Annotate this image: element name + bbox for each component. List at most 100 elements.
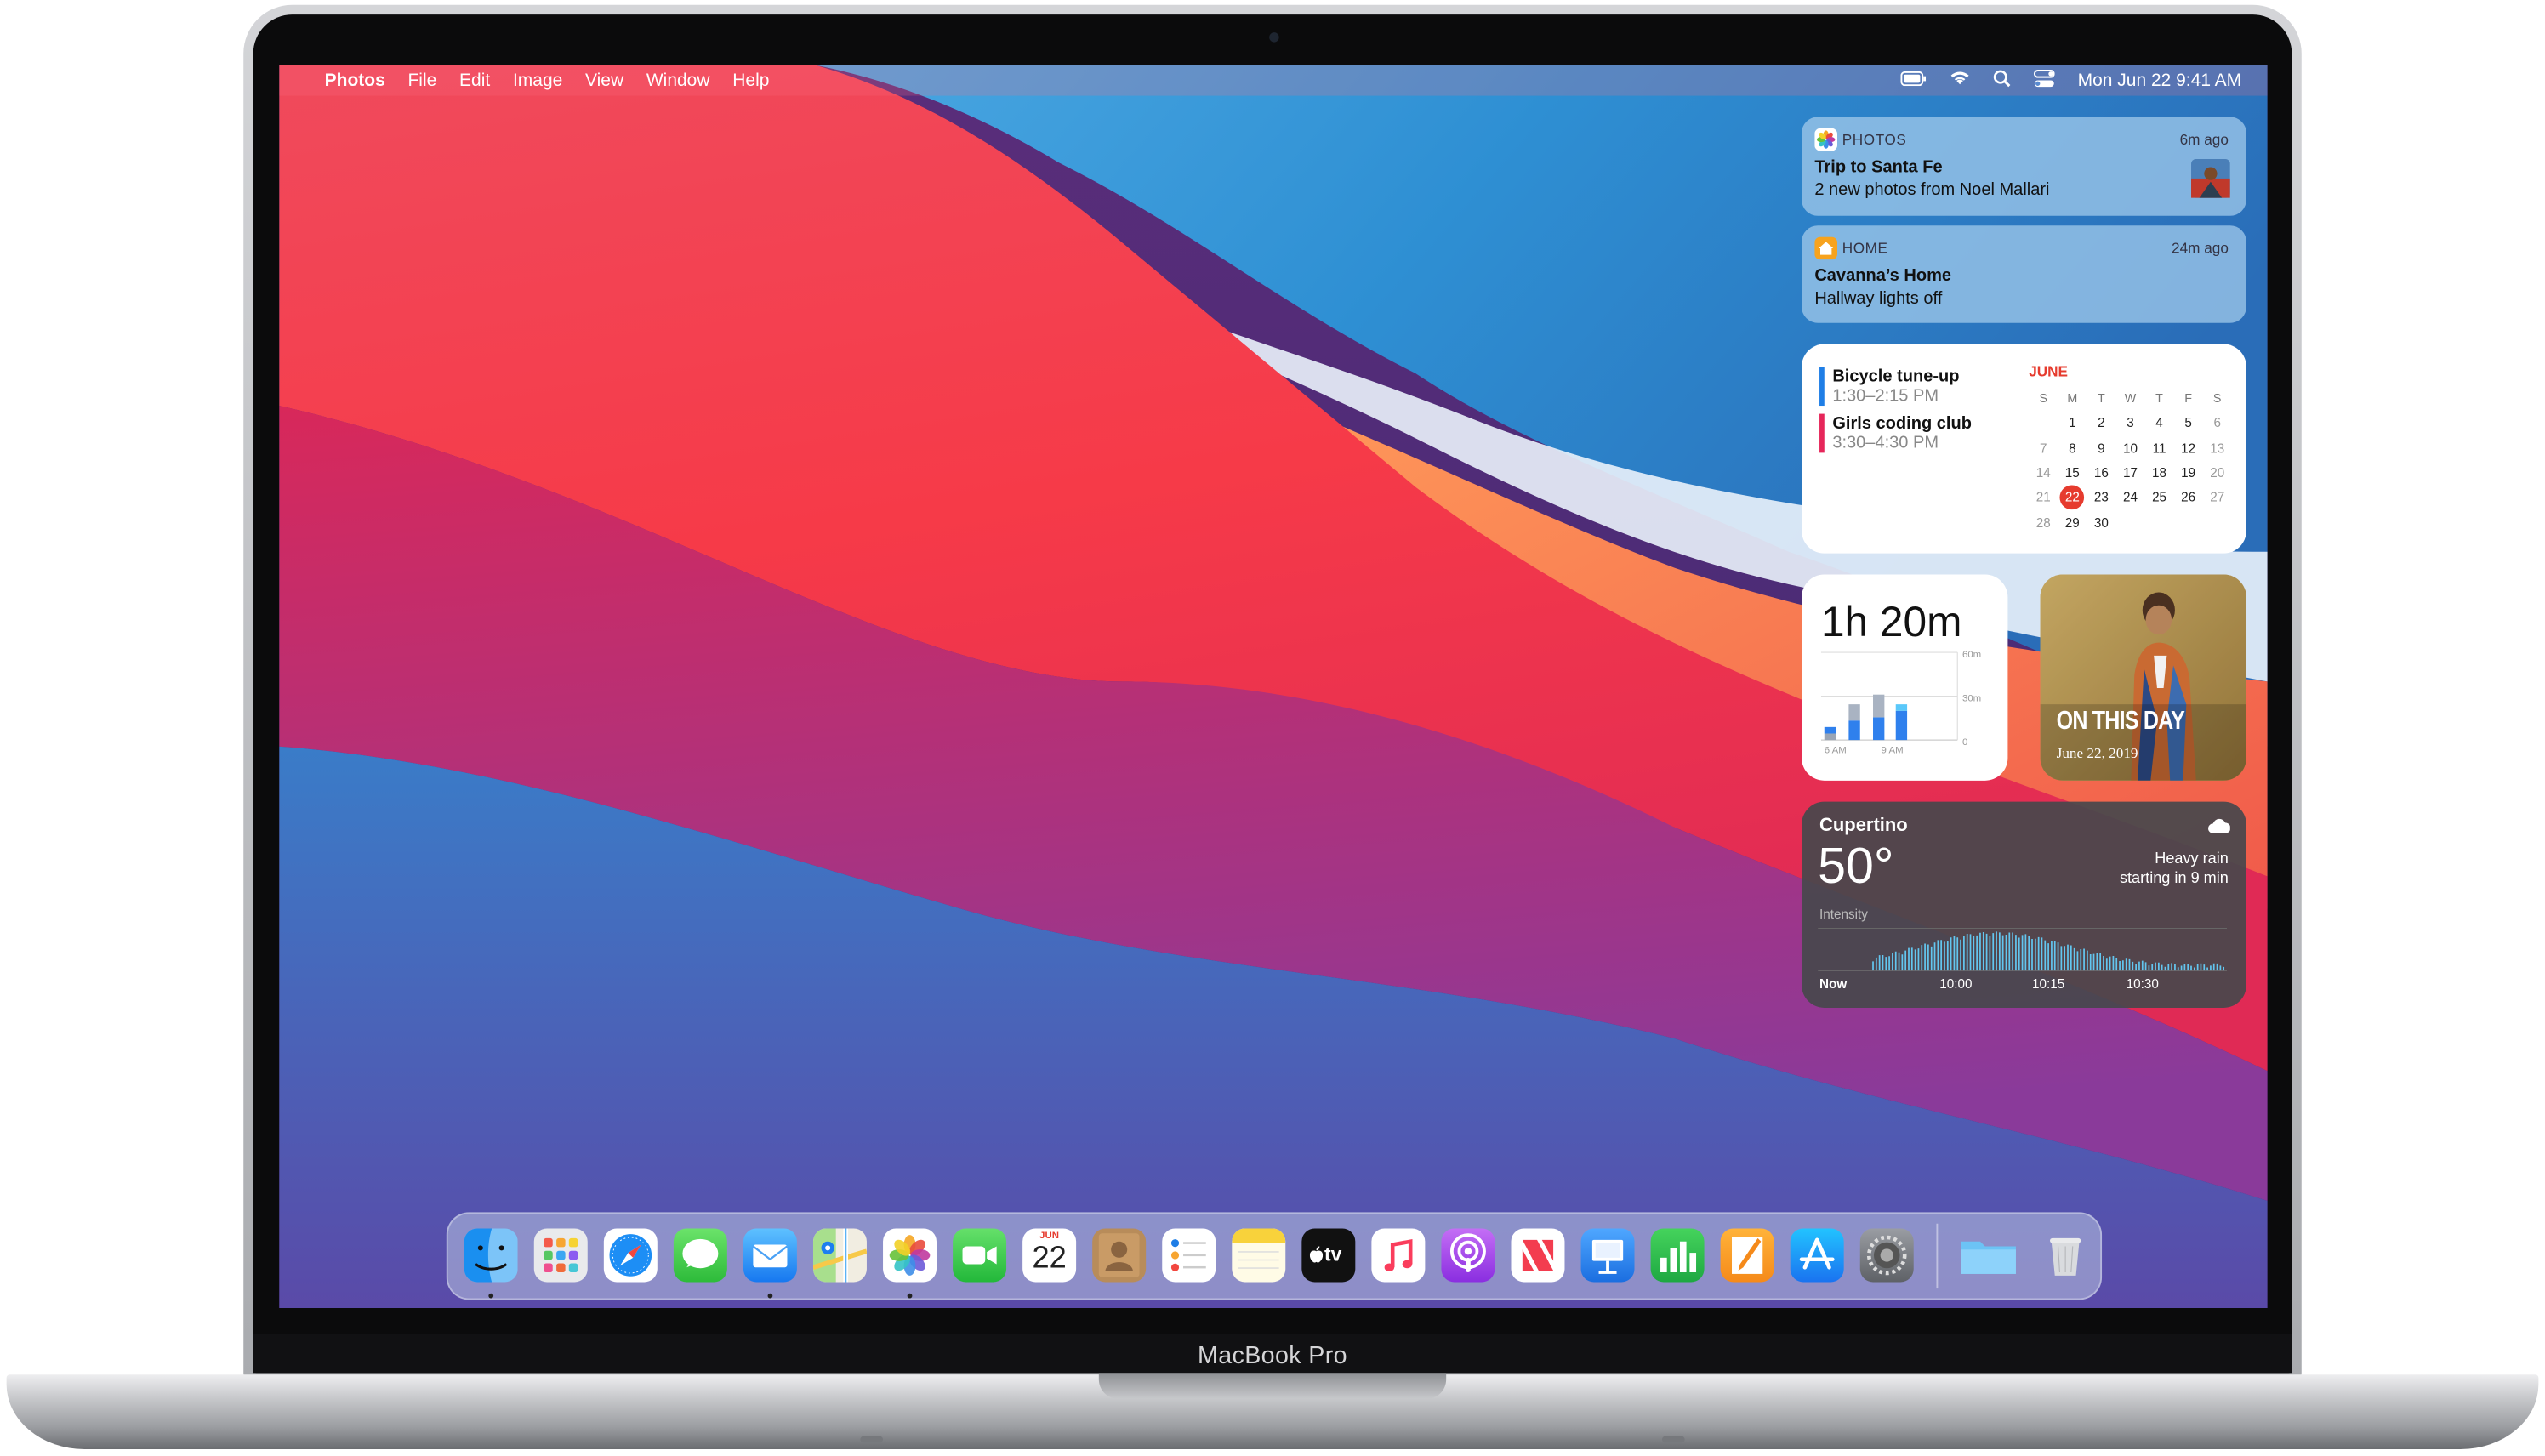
event-time: 3:30–4:30 PM <box>1832 433 1939 453</box>
axis-tick: 60m <box>1962 650 1981 660</box>
axis-tick: 6 AM <box>1825 745 1847 755</box>
podcasts-icon[interactable] <box>1441 1228 1495 1283</box>
calendar-day[interactable]: 13 <box>2203 441 2232 456</box>
app-store-icon[interactable] <box>1790 1228 1844 1283</box>
calendar-day[interactable]: 5 <box>2174 416 2203 430</box>
calendar-widget[interactable]: Bicycle tune-up 1:30–2:15 PM Girls codin… <box>1802 344 2246 554</box>
desktop: Photos File Edit Image View Window Help … <box>279 65 2268 1308</box>
safari-icon[interactable] <box>603 1228 658 1283</box>
menu-help[interactable]: Help <box>732 71 769 90</box>
mail-icon[interactable] <box>743 1228 797 1283</box>
calendar-day[interactable]: 20 <box>2203 466 2232 481</box>
finder-icon[interactable] <box>464 1228 518 1283</box>
calendar-day[interactable]: 28 <box>2029 515 2058 530</box>
reminders-icon[interactable] <box>1162 1228 1216 1283</box>
calendar-event[interactable]: Bicycle tune-up 1:30–2:15 PM <box>1819 367 2011 407</box>
rain-axis-now: Now <box>1819 976 1848 992</box>
axis-tick: 30m <box>1962 693 1981 703</box>
mini-month-calendar: JUNE S M T W T F S 1 2 3 4 5 6 7 8 9 10 11 12 13 14 15 16 17 18 1… <box>2029 363 2232 535</box>
memory-title: ON THIS DAY <box>2056 707 2185 736</box>
calendar-day[interactable]: 12 <box>2174 441 2203 456</box>
intensity-label: Intensity <box>1819 907 1868 922</box>
menu-window[interactable]: Window <box>646 71 710 90</box>
screen-time-widget[interactable]: 1h 20m 60m 30m 0 6 AM 9 AM <box>1802 574 2008 781</box>
news-icon[interactable] <box>1511 1228 1565 1283</box>
messages-icon[interactable] <box>673 1228 727 1283</box>
calendar-day[interactable]: 16 <box>2087 466 2115 481</box>
calendar-day[interactable]: 18 <box>2145 466 2174 481</box>
weather-widget[interactable]: Cupertino 50° Heavy rain starting in 9 m… <box>1802 801 2246 1008</box>
calendar-day[interactable]: 8 <box>2058 441 2087 456</box>
menu-file[interactable]: File <box>407 71 436 90</box>
calendar-day[interactable]: 25 <box>2145 491 2174 505</box>
rain-axis-tick: 10:00 <box>1939 976 1973 992</box>
calendar-day[interactable]: 24 <box>2115 491 2144 505</box>
maps-icon[interactable] <box>812 1228 867 1283</box>
cloud-icon <box>2208 818 2230 833</box>
calendar-day[interactable]: 19 <box>2174 466 2203 481</box>
tv-icon[interactable]: tv <box>1301 1228 1356 1283</box>
running-indicator <box>767 1293 773 1299</box>
photos-icon <box>1814 128 1838 151</box>
wifi-icon[interactable] <box>1950 70 1971 91</box>
calendar-week: 21 22 23 24 25 26 27 <box>2029 486 2232 510</box>
weekday-label: T <box>2155 391 2163 407</box>
notification-photos[interactable]: PHOTOS 6m ago Trip to Santa Fe 2 new pho… <box>1802 117 2246 216</box>
foot <box>1661 1436 1685 1443</box>
notes-icon[interactable] <box>1232 1228 1286 1283</box>
battery-icon[interactable] <box>1900 71 1927 90</box>
dock-separator <box>1936 1223 1939 1289</box>
music-icon[interactable] <box>1371 1228 1426 1283</box>
event-name: Bicycle tune-up <box>1832 367 1960 387</box>
contacts-icon[interactable] <box>1092 1228 1147 1283</box>
event-name: Girls coding club <box>1832 413 1972 434</box>
lid-opening-notch <box>1098 1373 1447 1399</box>
notification-title: Cavanna’s Home <box>1814 265 1952 286</box>
menu-edit[interactable]: Edit <box>459 71 490 90</box>
calendar-day[interactable]: 1 <box>2058 416 2087 430</box>
calendar-week: 28 29 30 <box>2029 510 2232 535</box>
trash-icon[interactable] <box>2039 1228 2092 1282</box>
pages-icon[interactable] <box>1720 1228 1774 1283</box>
numbers-icon[interactable] <box>1650 1228 1705 1283</box>
calendar-icon[interactable]: JUN 22 <box>1022 1228 1077 1283</box>
calendar-event[interactable]: Girls coding club 3:30–4:30 PM <box>1819 413 2011 453</box>
calendar-day[interactable]: 6 <box>2203 416 2232 430</box>
calendar-day[interactable]: 27 <box>2203 491 2232 505</box>
menu-app-name[interactable]: Photos <box>325 71 385 90</box>
calendar-day[interactable]: 14 <box>2029 466 2058 481</box>
menu-image[interactable]: Image <box>513 71 562 90</box>
launchpad-icon[interactable] <box>533 1228 588 1283</box>
calendar-day[interactable]: 21 <box>2029 491 2058 505</box>
calendar-day[interactable]: 15 <box>2058 466 2087 481</box>
calendar-day[interactable]: 4 <box>2145 416 2174 430</box>
notification-home[interactable]: HOME 24m ago Cavanna’s Home Hallway ligh… <box>1802 225 2246 323</box>
bezel-chin: MacBook Pro <box>253 1334 2292 1374</box>
spotlight-search-icon[interactable] <box>1993 69 2011 92</box>
calendar-day[interactable]: 30 <box>2087 515 2115 530</box>
menu-clock[interactable]: Mon Jun 22 9:41 AM <box>2078 71 2242 90</box>
control-center-icon[interactable] <box>2034 69 2055 92</box>
calendar-week: 14 15 16 17 18 19 20 <box>2029 461 2232 486</box>
calendar-day[interactable]: 29 <box>2058 515 2087 530</box>
calendar-day[interactable]: 7 <box>2029 441 2058 456</box>
calendar-day[interactable]: 23 <box>2087 491 2115 505</box>
calendar-day[interactable]: 10 <box>2115 441 2144 456</box>
photos-memory-widget[interactable]: ON THIS DAY June 22, 2019 <box>2040 574 2246 781</box>
weather-temperature: 50° <box>1818 837 1894 895</box>
weather-location: Cupertino <box>1819 816 1908 836</box>
facetime-icon[interactable] <box>953 1228 1007 1283</box>
menu-view[interactable]: View <box>585 71 623 90</box>
calendar-day[interactable]: 26 <box>2174 491 2203 505</box>
calendar-day[interactable]: 3 <box>2115 416 2144 430</box>
weekday-label: W <box>2124 391 2137 407</box>
calendar-day[interactable]: 9 <box>2087 441 2115 456</box>
downloads-folder-icon[interactable] <box>1957 1228 2019 1282</box>
calendar-day[interactable]: 17 <box>2115 466 2144 481</box>
calendar-day[interactable]: 2 <box>2087 416 2115 430</box>
system-preferences-icon[interactable] <box>1859 1228 1914 1283</box>
photos-icon[interactable] <box>883 1228 937 1283</box>
calendar-day[interactable]: 11 <box>2145 441 2174 456</box>
keynote-icon[interactable] <box>1580 1228 1635 1283</box>
calendar-day[interactable]: 22 <box>2060 486 2085 510</box>
